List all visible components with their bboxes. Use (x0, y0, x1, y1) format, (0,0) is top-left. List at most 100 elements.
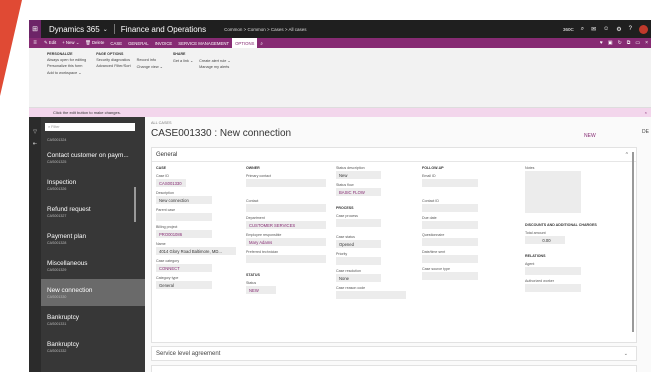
list-item[interactable]: Bankruptcy CAS001331 (41, 306, 156, 333)
get-a-link-button[interactable]: Get a link ⌄ (173, 58, 193, 63)
billing-project-field[interactable]: PRO001086 (156, 230, 212, 238)
case-status-field[interactable]: Opened (336, 240, 381, 248)
field-label: Department (246, 216, 265, 220)
due-date-field[interactable] (422, 221, 478, 229)
delete-button[interactable]: 🗑 Delete (82, 38, 107, 48)
general-fasttab-header[interactable]: General ^ (152, 148, 636, 162)
case-reason-field[interactable] (336, 291, 406, 299)
date-sent-field[interactable] (422, 255, 478, 263)
office-icon[interactable]: ▣ (608, 40, 613, 46)
case-resolution-field[interactable]: None (336, 274, 381, 282)
list-item[interactable]: Contact customer on paym... CAS001325 (41, 144, 156, 171)
case-id-field[interactable]: CAS001330 (156, 179, 186, 187)
questionnaire-field[interactable] (422, 238, 478, 246)
primary-contact-field[interactable] (246, 179, 326, 187)
form-scrollbar[interactable] (632, 152, 634, 332)
list-item-selected[interactable]: New connection CAS001330 (41, 279, 156, 306)
contact-field[interactable] (246, 204, 326, 212)
app-name[interactable]: Dynamics 365 (49, 25, 100, 34)
chevron-up-icon[interactable]: ^ (626, 152, 636, 158)
message-icon[interactable]: ✉ (591, 26, 596, 33)
list-scrollbar[interactable] (134, 187, 136, 222)
contact-id-field[interactable] (422, 204, 478, 212)
email-id-field[interactable] (422, 179, 478, 187)
status-field[interactable]: NEW (246, 286, 276, 294)
case-category-field[interactable]: CONNECT (156, 264, 212, 272)
popout-icon[interactable]: ⧉ (627, 40, 631, 46)
app-launcher-icon[interactable]: ⊞ (29, 20, 41, 38)
next-fasttab[interactable] (151, 365, 637, 372)
field-label: Employee responsible (246, 233, 282, 237)
list-toggle-icon[interactable]: ⇤ (29, 141, 41, 147)
case-name: Contact customer on paym... (47, 151, 129, 159)
smiley-icon[interactable]: ☺ (603, 26, 609, 32)
page-caption[interactable]: ALL CASES (151, 121, 172, 125)
list-item[interactable]: Miscellaneous CAS001329 (41, 252, 156, 279)
field-label: Preferred technician (246, 250, 279, 254)
general-fasttab: General ^ CASE Case ID CAS001330 Descrip… (151, 147, 637, 343)
gear-icon[interactable]: ⚙ (616, 26, 621, 33)
status-description-field[interactable]: New (336, 171, 381, 179)
edit-button[interactable]: ✎ Edit (41, 38, 59, 48)
authorized-worker-field[interactable] (525, 284, 581, 292)
tab-general[interactable]: GENERAL (125, 38, 152, 48)
change-view-button[interactable]: Change view ⌄ (137, 64, 163, 69)
tab-case[interactable]: CASE (107, 38, 125, 48)
avatar[interactable] (639, 24, 648, 34)
chevron-down-icon[interactable]: ⌄ (624, 351, 636, 357)
list-item[interactable]: Refund request CAS001327 (41, 198, 156, 225)
list-item[interactable]: Bankruptcy CAS001332 (41, 333, 156, 360)
preferred-technician-field[interactable] (246, 255, 326, 263)
priority-field[interactable] (336, 257, 381, 265)
list-item[interactable]: Payment plan CAS001328 (41, 225, 156, 252)
employee-responsible-field[interactable]: Mary Adams (246, 238, 326, 246)
tab-invoice[interactable]: INVOICE (152, 38, 176, 48)
always-open-for-editing-button[interactable]: Always open for editing (47, 58, 86, 62)
list-item[interactable]: CAS001324 (41, 134, 156, 144)
hamburger-menu-icon[interactable]: ≡ (29, 40, 41, 46)
case-source-type-field[interactable] (422, 272, 478, 280)
new-button[interactable]: + New ⌄ (59, 38, 82, 48)
personalize-form-button[interactable]: Personalize this form (47, 64, 86, 68)
maximize-icon[interactable]: ▭ (635, 40, 640, 46)
action-search-icon[interactable]: ⌕ (257, 38, 265, 48)
help-icon[interactable]: ? (629, 26, 632, 32)
filter-input[interactable]: ⌕ Filter (45, 123, 135, 131)
group-header: STATUS (246, 273, 260, 277)
create-alert-rule-button[interactable]: Create alert rule ⌄ (199, 58, 230, 63)
company-picker[interactable]: 360C (563, 27, 574, 32)
record-info-button[interactable]: Record info (137, 58, 163, 62)
add-to-workspace-button[interactable]: Add to workspace ⌄ (47, 70, 86, 75)
breadcrumb[interactable]: Common > Common > Cases > All cases (224, 27, 306, 32)
agent-field[interactable] (525, 267, 581, 275)
field-label: Billing project (156, 225, 178, 229)
sla-fasttab-header[interactable]: Service level agreement ⌄ (151, 346, 637, 361)
refresh-icon[interactable]: ↻ (618, 40, 622, 46)
close-icon[interactable]: × (645, 40, 648, 46)
field-label: Agent (525, 262, 535, 266)
parent-case-field[interactable] (156, 213, 212, 221)
case-process-field[interactable] (336, 219, 381, 227)
search-icon[interactable]: ⌕ (581, 26, 584, 33)
dismiss-icon[interactable]: × (645, 110, 651, 115)
security-diagnostics-button[interactable]: Security diagnostics (96, 58, 130, 62)
manage-alerts-button[interactable]: Manage my alerts (199, 65, 230, 69)
tab-service-management[interactable]: SERVICE MANAGEMENT (175, 38, 232, 48)
case-id: CAS001324 (47, 138, 67, 142)
field-label: Contact (246, 199, 259, 203)
name-field[interactable]: 4014 Glory Road Baltimore, MD... (156, 247, 236, 255)
app-menu-caret-icon[interactable]: ⌄ (103, 26, 108, 33)
field-label: Due date (422, 216, 437, 220)
list-item[interactable]: Inspection CAS001326 (41, 171, 156, 198)
description-field[interactable]: New connection (156, 196, 212, 204)
favorite-icon[interactable]: ♥ (600, 40, 603, 46)
department-field[interactable]: CUSTOMER SERVICES (246, 221, 326, 229)
category-type-field[interactable]: General (156, 281, 212, 289)
field-label: Case ID (156, 174, 169, 178)
status-flow-field[interactable]: BASIC FLOW (336, 188, 381, 196)
filter-pane-icon[interactable]: ▽ (29, 129, 41, 135)
field-label: Case process (336, 214, 358, 218)
advanced-filter-button[interactable]: Advanced Filter/Sort (96, 64, 130, 68)
tab-options[interactable]: OPTIONS (232, 38, 258, 48)
notes-field[interactable] (525, 171, 581, 213)
